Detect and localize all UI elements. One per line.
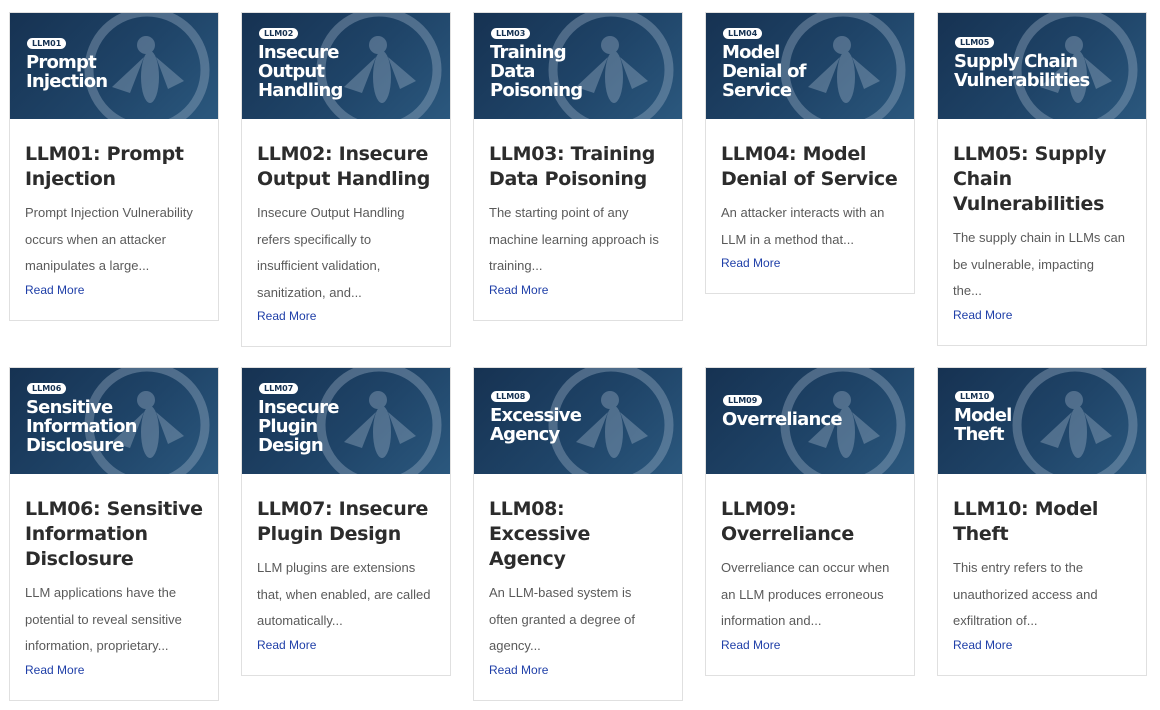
read-more-link[interactable]: Read More <box>25 280 204 300</box>
card-thumbnail[interactable]: LLM02 Insecure Output Handling <box>242 13 450 119</box>
card-thumbnail[interactable]: LLM05 Supply Chain Vulnerabilities <box>938 13 1146 119</box>
card-thumbnail-title: Training Data Poisoning <box>490 42 583 101</box>
card-title[interactable]: LLM05: Supply Chain Vulnerabilities <box>953 142 1132 217</box>
card-badge: LLM01 <box>27 38 67 49</box>
card-excerpt: Prompt Injection Vulnerability occurs wh… <box>25 205 193 273</box>
card-thumbnail-title: Insecure Output Handling <box>258 42 343 101</box>
card-badge: LLM06 <box>27 383 67 394</box>
owasp-wasp-logo-icon <box>1012 368 1138 474</box>
card-thumbnail-title: Insecure Plugin Design <box>258 397 339 456</box>
card-badge: LLM03 <box>491 28 531 39</box>
card-excerpt: LLM plugins are extensions that, when en… <box>257 560 431 628</box>
card-thumbnail[interactable]: LLM04 Model Denial of Service <box>706 13 914 119</box>
card-title[interactable]: LLM08: Excessive Agency <box>489 497 668 572</box>
card-llm05: LLM05 Supply Chain Vulnerabilities LLM05… <box>937 12 1147 346</box>
card-excerpt: An attacker interacts with an LLM in a m… <box>721 205 885 247</box>
card-badge: LLM10 <box>955 391 995 402</box>
card-thumbnail[interactable]: LLM07 Insecure Plugin Design <box>242 368 450 474</box>
card-title[interactable]: LLM10: Model Theft <box>953 497 1132 547</box>
read-more-link[interactable]: Read More <box>257 306 436 326</box>
read-more-link[interactable]: Read More <box>721 253 900 273</box>
card-thumbnail[interactable]: LLM09 Overreliance <box>706 368 914 474</box>
card-thumbnail[interactable]: LLM10 Model Theft <box>938 368 1146 474</box>
card-thumbnail-title: Model Theft <box>954 405 1012 445</box>
card-title[interactable]: LLM06: Sensitive Information Disclosure <box>25 497 204 572</box>
card-excerpt: The starting point of any machine learni… <box>489 205 659 273</box>
read-more-link[interactable]: Read More <box>721 635 900 655</box>
card-excerpt: Overreliance can occur when an LLM produ… <box>721 560 890 628</box>
card-thumbnail[interactable]: LLM01 Prompt Injection <box>10 13 218 119</box>
card-title[interactable]: LLM09: Overreliance <box>721 497 900 547</box>
card-llm10: LLM10 Model Theft LLM10: Model Theft Thi… <box>937 367 1147 676</box>
card-thumbnail-title: Overreliance <box>722 409 843 430</box>
card-llm06: LLM06 Sensitive Information Disclosure L… <box>9 367 219 701</box>
card-excerpt: An LLM-based system is often granted a d… <box>489 585 636 653</box>
card-title[interactable]: LLM07: Insecure Plugin Design <box>257 497 436 547</box>
card-badge: LLM09 <box>723 395 763 406</box>
card-thumbnail[interactable]: LLM03 Training Data Poisoning <box>474 13 682 119</box>
card-title[interactable]: LLM01: Prompt Injection <box>25 142 204 192</box>
read-more-link[interactable]: Read More <box>953 305 1132 325</box>
card-llm03: LLM03 Training Data Poisoning LLM03: Tra… <box>473 12 683 321</box>
card-title[interactable]: LLM04: Model Denial of Service <box>721 142 900 192</box>
card-excerpt: The supply chain in LLMs can be vulnerab… <box>953 230 1125 298</box>
card-llm08: LLM08 Excessive Agency LLM08: Excessive … <box>473 367 683 701</box>
card-excerpt: Insecure Output Handling refers specific… <box>257 205 405 300</box>
card-thumbnail-title: Sensitive Information Disclosure <box>26 397 137 456</box>
card-badge: LLM02 <box>259 28 299 39</box>
card-llm02: LLM02 Insecure Output Handling LLM02: In… <box>241 12 451 347</box>
card-thumbnail-title: Excessive Agency <box>490 405 582 445</box>
card-title[interactable]: LLM02: Insecure Output Handling <box>257 142 436 192</box>
card-title[interactable]: LLM03: Training Data Poisoning <box>489 142 668 192</box>
card-badge: LLM05 <box>955 37 995 48</box>
card-excerpt: LLM applications have the potential to r… <box>25 585 182 653</box>
card-thumbnail[interactable]: LLM08 Excessive Agency <box>474 368 682 474</box>
card-llm09: LLM09 Overreliance LLM09: Overreliance O… <box>705 367 915 676</box>
card-thumbnail-title: Prompt Injection <box>26 52 108 92</box>
read-more-link[interactable]: Read More <box>257 635 436 655</box>
card-llm04: LLM04 Model Denial of Service LLM04: Mod… <box>705 12 915 294</box>
read-more-link[interactable]: Read More <box>953 635 1132 655</box>
card-badge: LLM08 <box>491 391 531 402</box>
card-llm07: LLM07 Insecure Plugin Design LLM07: Inse… <box>241 367 451 676</box>
read-more-link[interactable]: Read More <box>25 660 204 680</box>
card-thumbnail-title: Model Denial of Service <box>722 42 807 101</box>
read-more-link[interactable]: Read More <box>489 660 668 680</box>
card-badge: LLM07 <box>259 383 299 394</box>
card-thumbnail[interactable]: LLM06 Sensitive Information Disclosure <box>10 368 218 474</box>
card-excerpt: This entry refers to the unauthorized ac… <box>953 560 1098 628</box>
card-badge: LLM04 <box>723 28 763 39</box>
card-llm01: LLM01 Prompt Injection LLM01: Prompt Inj… <box>9 12 219 321</box>
read-more-link[interactable]: Read More <box>489 280 668 300</box>
card-thumbnail-title: Supply Chain Vulnerabilities <box>954 51 1090 91</box>
